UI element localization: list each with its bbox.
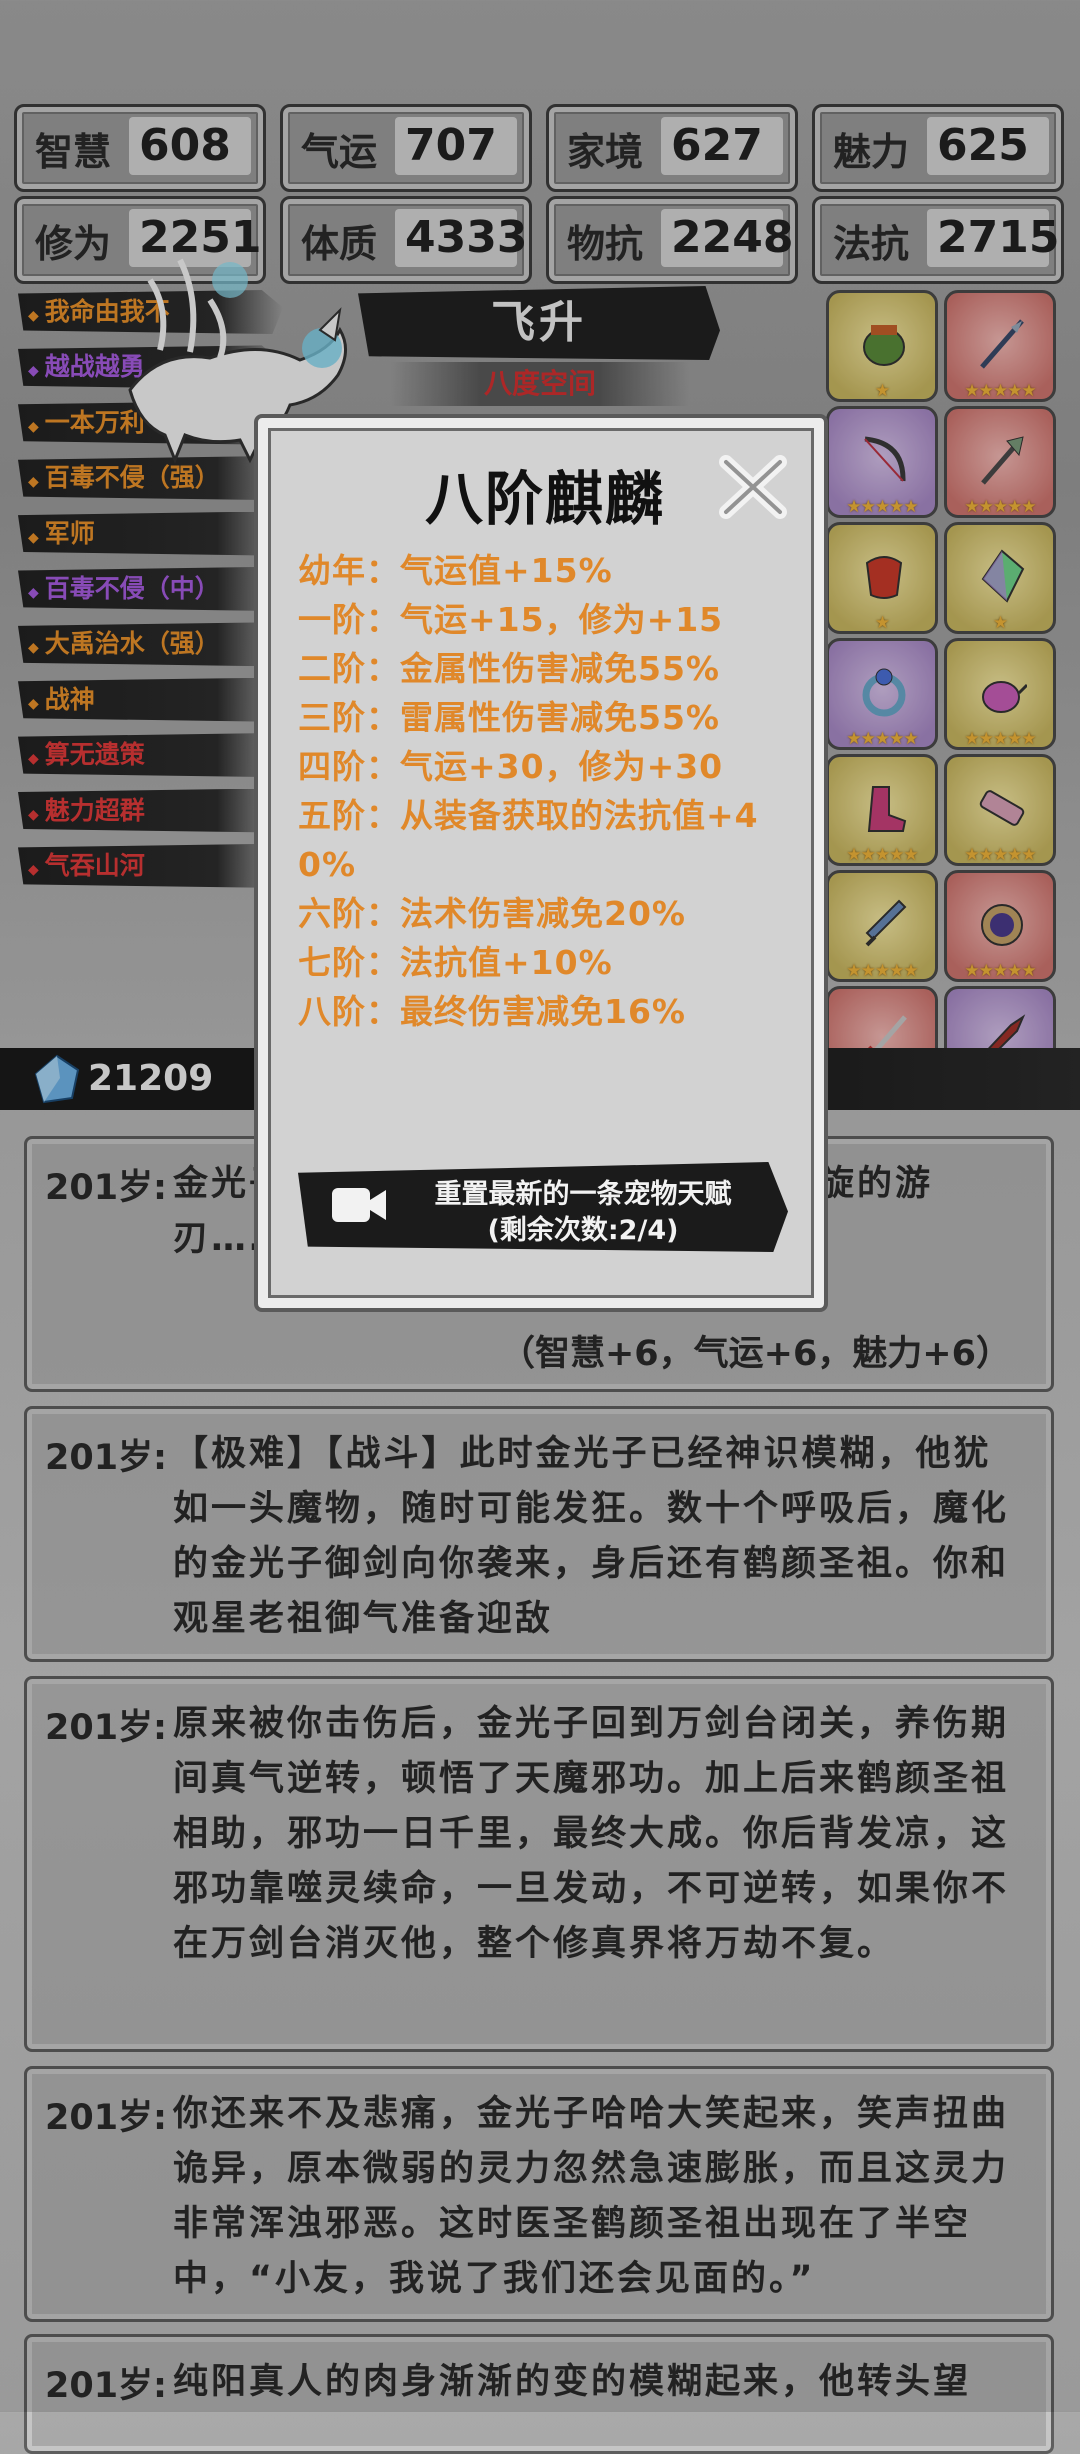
level-line: 七阶：法抗值+10% <box>298 943 613 982</box>
close-icon[interactable] <box>718 454 788 520</box>
video-icon <box>332 1188 386 1222</box>
level-line: 五阶：从装备获取的法抗值+40% <box>298 796 759 884</box>
level-line: 幼年：气运值+15% <box>298 551 613 590</box>
pet-talent-dialog: 八阶麒麟 幼年：气运值+15% 一阶：气运+15，修为+15 二阶：金属性伤害减… <box>254 414 828 1312</box>
level-line: 八阶：最终伤害减免16% <box>298 992 686 1031</box>
reset-remaining-count: (剩余次数:2/4) <box>487 1215 679 1246</box>
level-line: 六阶：法术伤害减免20% <box>298 894 686 933</box>
talent-levels: 幼年：气运值+15% 一阶：气运+15，修为+15 二阶：金属性伤害减免55% … <box>298 546 803 1036</box>
reset-button-label: 重置最新的一条宠物天赋 <box>434 1179 732 1210</box>
level-line: 三阶：雷属性伤害减免55% <box>298 698 720 737</box>
level-line: 二阶：金属性伤害减免55% <box>298 649 720 688</box>
level-line: 四阶：气运+30，修为+30 <box>298 747 724 786</box>
level-line: 一阶：气运+15，修为+15 <box>298 600 724 639</box>
